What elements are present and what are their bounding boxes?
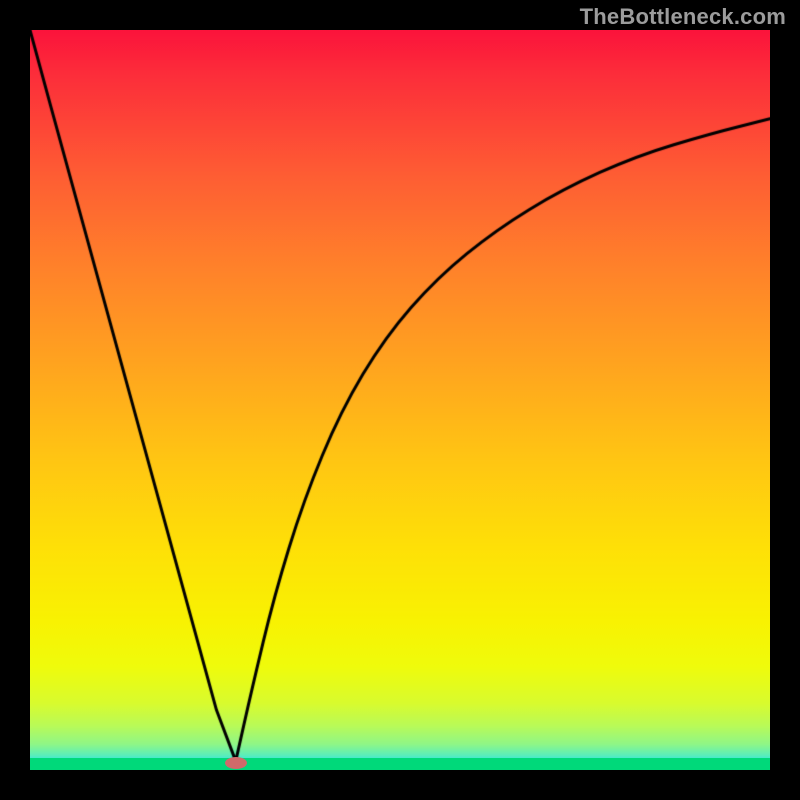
chart-frame: TheBottleneck.com bbox=[0, 0, 800, 800]
bottleneck-curve bbox=[30, 30, 770, 770]
plot-area bbox=[30, 30, 770, 770]
optimal-point-marker bbox=[225, 757, 247, 769]
watermark-text: TheBottleneck.com bbox=[580, 4, 786, 30]
